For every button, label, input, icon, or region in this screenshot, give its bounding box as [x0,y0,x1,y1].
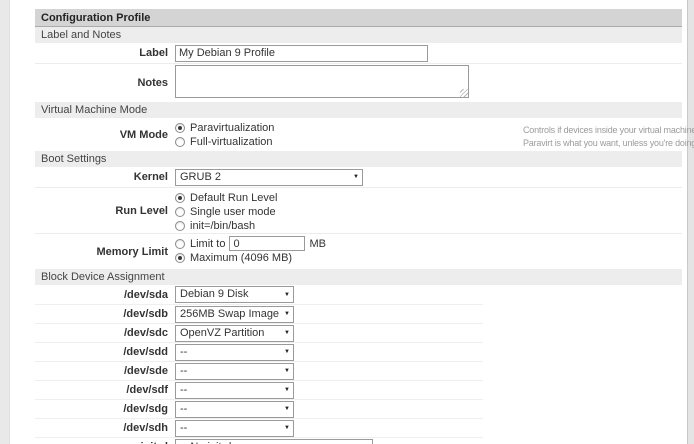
device-sdd-label: /dev/sdd [35,346,175,358]
page-left-gutter [0,0,10,444]
dropdown-arrow-icon: ▼ [284,330,290,336]
block-device-row: /dev/sdg -- ▼ [35,399,483,418]
dropdown-arrow-icon: ▼ [284,292,290,298]
section-boot-settings: Boot Settings [35,151,682,167]
radio-icon[interactable] [175,207,185,217]
label-field-label: Label [35,47,175,59]
dropdown-arrow-icon: ▼ [284,406,290,412]
vm-mode-help-text: Controls if devices inside your virtual … [523,124,694,150]
device-sdg-label: /dev/sdg [35,403,175,415]
memory-limit-row: Memory Limit Limit to MB Maximum (4096 M… [35,233,682,269]
label-field-row: Label [35,43,682,63]
notes-textarea[interactable] [175,65,469,98]
dropdown-arrow-icon: ▼ [284,387,290,393]
page-right-gutter [687,0,694,444]
dropdown-arrow-icon: ▼ [284,425,290,431]
dropdown-arrow-icon: ▼ [284,349,290,355]
notes-field-row: Notes [35,63,682,102]
block-device-row: /dev/sdc OpenVZ Partition ▼ [35,323,483,342]
dropdown-arrow-icon: ▼ [353,174,359,180]
resize-grip-icon[interactable] [460,89,468,97]
device-sde-label: /dev/sde [35,365,175,377]
radio-option-maximum[interactable]: Maximum (4096 MB) [175,251,682,264]
device-sdc-select[interactable]: OpenVZ Partition ▼ [175,325,294,342]
section-label-and-notes: Label and Notes [35,27,682,43]
label-input[interactable] [175,45,428,62]
device-sda-select[interactable]: Debian 9 Disk ▼ [175,286,294,303]
section-virtual-machine-mode: Virtual Machine Mode [35,102,682,118]
block-device-row: /dev/sdh -- ▼ [35,418,483,437]
radio-option-limit-to[interactable]: Limit to MB [175,237,682,250]
section-block-device-assignment: Block Device Assignment [35,269,682,285]
device-sdb-select[interactable]: 256MB Swap Image ▼ [175,306,294,323]
dropdown-arrow-icon: ▼ [284,368,290,374]
kernel-label: Kernel [35,171,175,183]
kernel-select[interactable]: GRUB 2 ▼ [175,169,363,186]
vm-mode-label: VM Mode [35,129,175,141]
device-sdf-select[interactable]: -- ▼ [175,382,294,399]
block-device-row: /dev/sdb 256MB Swap Image ▼ [35,304,483,323]
device-sdg-select[interactable]: -- ▼ [175,401,294,418]
radio-option-single-user-mode[interactable]: Single user mode [175,205,682,218]
memory-limit-input[interactable] [229,236,305,251]
device-sda-label: /dev/sda [35,289,175,301]
page-title: Configuration Profile [35,9,682,27]
kernel-row: Kernel GRUB 2 ▼ [35,167,682,187]
notes-field-label: Notes [35,77,175,89]
run-level-label: Run Level [35,205,175,217]
device-sdh-label: /dev/sdh [35,422,175,434]
block-device-row: /dev/sdd -- ▼ [35,342,483,361]
block-device-row: /dev/sdf -- ▼ [35,380,483,399]
device-sdh-select[interactable]: -- ▼ [175,420,294,437]
content-panel: Configuration Profile Label and Notes La… [10,0,687,444]
block-device-row: /dev/sda Debian 9 Disk ▼ [35,285,483,304]
device-sdb-label: /dev/sdb [35,308,175,320]
device-sde-select[interactable]: -- ▼ [175,363,294,380]
block-device-rows: /dev/sda Debian 9 Disk ▼ /dev/sdb 256MB … [35,285,483,444]
device-sdd-select[interactable]: -- ▼ [175,344,294,361]
initrd-row: initrd -- No initrd -- ▼ [35,437,483,444]
radio-icon[interactable] [175,221,185,231]
radio-icon[interactable] [175,137,185,147]
device-sdf-label: /dev/sdf [35,384,175,396]
device-sdc-label: /dev/sdc [35,327,175,339]
run-level-row: Run Level Default Run Level Single user … [35,187,682,233]
configuration-profile-form: Configuration Profile Label and Notes La… [35,9,682,444]
initrd-select[interactable]: -- No initrd -- ▼ [175,439,373,444]
memory-limit-unit: MB [309,238,326,250]
radio-option-default-run-level[interactable]: Default Run Level [175,191,682,204]
radio-icon[interactable] [175,253,185,263]
radio-icon[interactable] [175,239,185,249]
configuration-profile-page: Configuration Profile Label and Notes La… [0,0,694,444]
radio-icon[interactable] [175,193,185,203]
radio-option-init-bin-bash[interactable]: init=/bin/bash [175,219,682,232]
block-device-row: /dev/sde -- ▼ [35,361,483,380]
memory-limit-label: Memory Limit [35,246,175,258]
radio-icon[interactable] [175,123,185,133]
dropdown-arrow-icon: ▼ [284,311,290,317]
vm-mode-row: VM Mode Paravirtualization Full-virtuali… [35,118,682,151]
